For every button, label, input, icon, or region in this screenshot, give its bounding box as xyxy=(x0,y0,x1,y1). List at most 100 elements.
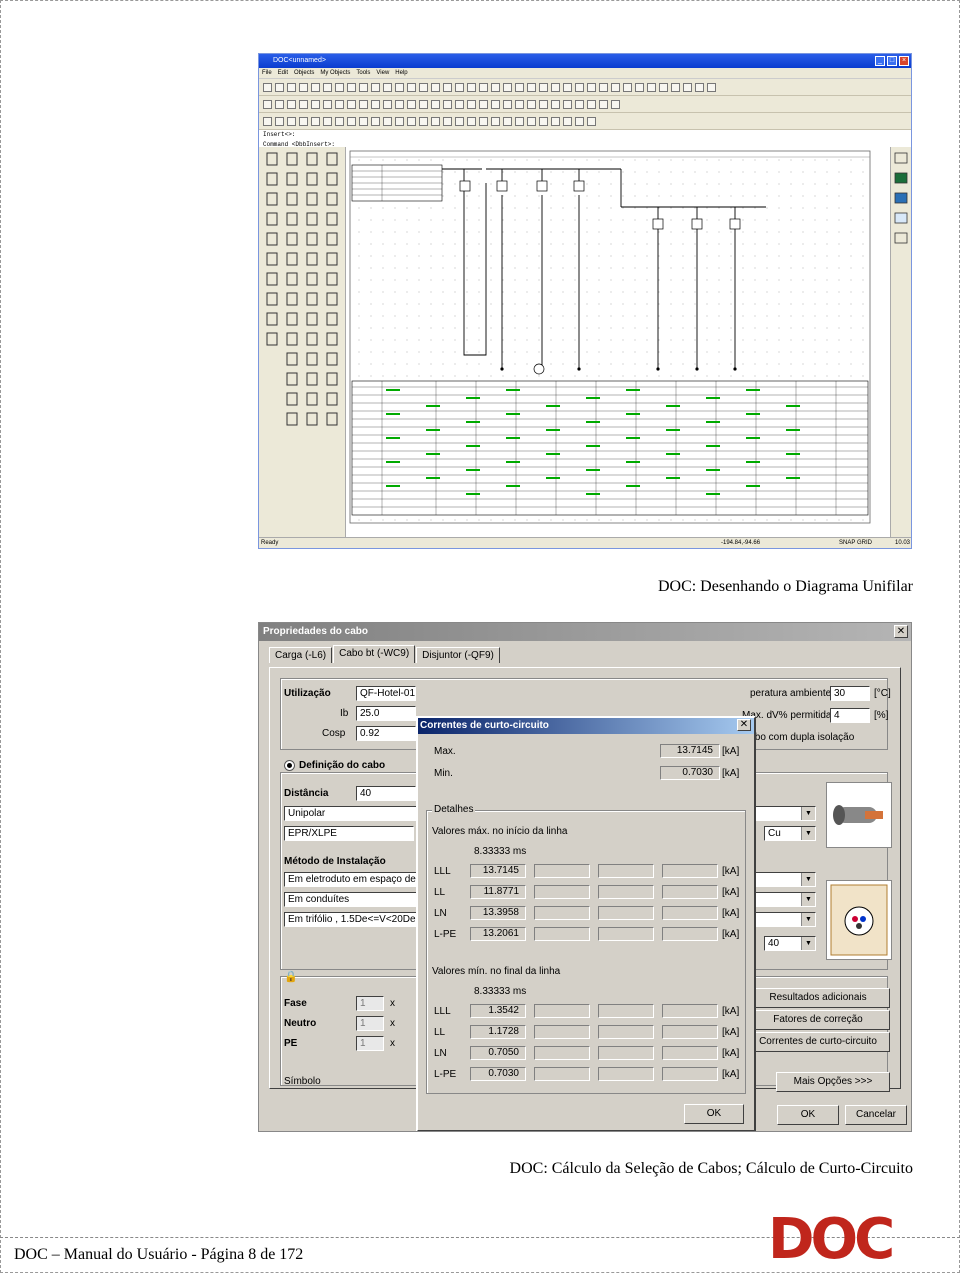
toolbar-tool-icon[interactable] xyxy=(695,82,704,92)
palette-symbol-icon[interactable] xyxy=(266,172,278,186)
palette-symbol-icon[interactable] xyxy=(286,172,298,186)
palette-symbol-icon[interactable] xyxy=(286,232,298,246)
palette-symbol-icon[interactable] xyxy=(306,192,318,206)
status-grid[interactable]: GRID xyxy=(857,538,872,548)
palette-symbol-icon[interactable] xyxy=(306,252,318,266)
toolbar-tool-icon[interactable] xyxy=(407,82,416,92)
pe-qty[interactable]: 1 xyxy=(356,1036,384,1051)
palette-symbol-icon[interactable] xyxy=(266,332,278,346)
close-icon[interactable]: ✕ xyxy=(894,625,908,638)
toolbar-tool-icon[interactable] xyxy=(263,99,272,109)
toolbar-tool-icon[interactable] xyxy=(599,99,608,109)
toolbar-tool-icon[interactable] xyxy=(311,116,320,126)
single-line-diagram[interactable] xyxy=(346,147,874,527)
lock-icon[interactable]: 🔒 xyxy=(284,970,298,983)
fatores-correcao-button[interactable]: Fatores de correção xyxy=(746,1010,890,1030)
toolbar-tool-icon[interactable] xyxy=(359,116,368,126)
palette-symbol-icon[interactable] xyxy=(266,272,278,286)
close-icon[interactable]: × xyxy=(899,56,909,66)
toolbar-tool-icon[interactable] xyxy=(419,116,428,126)
menu-file[interactable]: File xyxy=(262,68,272,78)
toolbar-tool-icon[interactable] xyxy=(503,116,512,126)
toolbar-tool-icon[interactable] xyxy=(347,99,356,109)
palette-symbol-icon[interactable] xyxy=(306,292,318,306)
toolbar-tool-icon[interactable] xyxy=(407,116,416,126)
toolbar-tool-icon[interactable] xyxy=(287,82,296,92)
chevron-down-icon[interactable]: ▼ xyxy=(801,873,815,886)
palette-symbol-icon[interactable] xyxy=(266,232,278,246)
toolbar-tool-icon[interactable] xyxy=(443,116,452,126)
palette-symbol-icon[interactable] xyxy=(306,312,318,326)
definicao-radio[interactable]: Definição do cabo xyxy=(284,760,385,771)
toolbar-tool-icon[interactable] xyxy=(647,82,656,92)
palette-symbol-icon[interactable] xyxy=(306,172,318,186)
symbol-palette[interactable] xyxy=(259,147,346,538)
palette-symbol-icon[interactable] xyxy=(306,272,318,286)
cancel-button[interactable]: Cancelar xyxy=(845,1105,907,1125)
toolbar-tool-icon[interactable] xyxy=(467,82,476,92)
radio-selected-icon[interactable] xyxy=(284,760,295,771)
toolbar-tool-icon[interactable] xyxy=(467,99,476,109)
toolbar-tool-icon[interactable] xyxy=(635,82,644,92)
palette-symbol-icon[interactable] xyxy=(286,272,298,286)
toolbar-tool-icon[interactable] xyxy=(491,116,500,126)
toolbar-tool-icon[interactable] xyxy=(611,82,620,92)
metodo-extra-select[interactable]: 40 ▼ xyxy=(764,936,816,951)
toolbar-tool-icon[interactable] xyxy=(395,116,404,126)
toolbar-tool-icon[interactable] xyxy=(371,82,380,92)
toolbar-tool-icon[interactable] xyxy=(287,116,296,126)
palette-symbol-icon[interactable] xyxy=(306,232,318,246)
toolbar-tool-icon[interactable] xyxy=(431,82,440,92)
toolbar-tool-icon[interactable] xyxy=(551,116,560,126)
tab-cabo[interactable]: Cabo bt (-WC9) xyxy=(333,645,416,663)
toolbar-tool-icon[interactable] xyxy=(299,116,308,126)
toolbar-tool-icon[interactable] xyxy=(551,99,560,109)
toolbar-tool-icon[interactable] xyxy=(443,82,452,92)
toolbar-tool-icon[interactable] xyxy=(623,82,632,92)
toolbar-tool-icon[interactable] xyxy=(371,99,380,109)
menu-view[interactable]: View xyxy=(376,68,389,78)
toolbar-tool-icon[interactable] xyxy=(407,99,416,109)
ok-button[interactable]: OK xyxy=(777,1105,839,1125)
palette-symbol-icon[interactable] xyxy=(326,192,338,206)
toolbar-tool-icon[interactable] xyxy=(299,99,308,109)
close-icon[interactable]: ✕ xyxy=(737,719,751,731)
palette-symbol-icon[interactable] xyxy=(326,232,338,246)
palette-symbol-icon[interactable] xyxy=(266,192,278,206)
toolbar-tool-icon[interactable] xyxy=(359,82,368,92)
tab-carga[interactable]: Carga (-L6) xyxy=(269,647,333,663)
toolbar-tool-icon[interactable] xyxy=(347,116,356,126)
material-select[interactable]: Cu ▼ xyxy=(764,826,816,841)
toolbar-tool-icon[interactable] xyxy=(455,99,464,109)
toolbar-tool-icon[interactable] xyxy=(575,116,584,126)
toolbar-tool-icon[interactable] xyxy=(263,82,272,92)
tab-disjuntor[interactable]: Disjuntor (-QF9) xyxy=(416,647,500,663)
palette-symbol-icon[interactable] xyxy=(306,372,318,386)
toolbar-tool-icon[interactable] xyxy=(395,82,404,92)
palette-symbol-icon[interactable] xyxy=(286,312,298,326)
toolbar-tool-icon[interactable] xyxy=(371,116,380,126)
palette-symbol-icon[interactable] xyxy=(286,152,298,166)
palette-symbol-icon[interactable] xyxy=(286,372,298,386)
toolbar-tool-icon[interactable] xyxy=(323,99,332,109)
palette-symbol-icon[interactable] xyxy=(286,392,298,406)
drawing-canvas[interactable] xyxy=(346,147,890,538)
toolbar-tool-icon[interactable] xyxy=(527,82,536,92)
cosp-field[interactable]: 0.92 xyxy=(356,726,416,741)
toolbar-tool-icon[interactable] xyxy=(575,99,584,109)
toolbar-tool-icon[interactable] xyxy=(287,99,296,109)
palette-symbol-icon[interactable] xyxy=(266,292,278,306)
toolbar-tool-icon[interactable] xyxy=(563,82,572,92)
chevron-down-icon[interactable]: ▼ xyxy=(801,937,815,950)
palette-symbol-icon[interactable] xyxy=(326,212,338,226)
temperatura-field[interactable]: 30 xyxy=(830,686,870,701)
toolbar-tool-icon[interactable] xyxy=(455,82,464,92)
palette-symbol-icon[interactable] xyxy=(326,312,338,326)
toolbar-tool-icon[interactable] xyxy=(311,82,320,92)
resultados-adicionais-button[interactable]: Resultados adicionais xyxy=(746,988,890,1008)
maximize-icon[interactable]: □ xyxy=(887,56,897,66)
toolbar-tool-icon[interactable] xyxy=(659,82,668,92)
palette-symbol-icon[interactable] xyxy=(266,312,278,326)
right-palette[interactable] xyxy=(890,147,911,538)
chevron-down-icon[interactable]: ▼ xyxy=(801,913,815,926)
